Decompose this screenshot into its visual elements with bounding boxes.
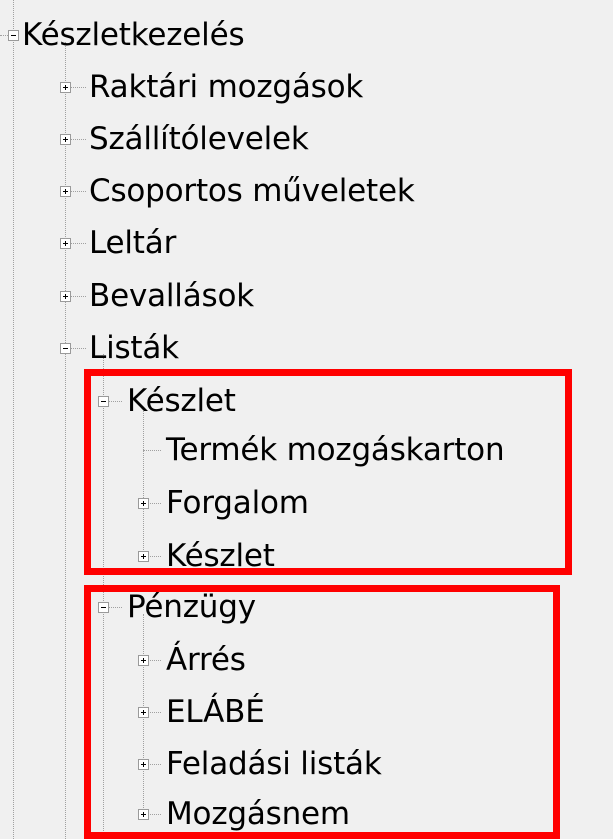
tree-node-label: Feladási listák xyxy=(166,746,382,782)
tree-line xyxy=(148,814,161,815)
tree-node-label: Szállítólevelek xyxy=(89,121,309,157)
expand-icon[interactable] xyxy=(60,291,71,302)
tree-line xyxy=(148,764,161,765)
expand-icon[interactable] xyxy=(138,759,149,770)
tree-node-label: Készletkezelés xyxy=(22,17,245,53)
tree-line xyxy=(70,348,86,349)
expand-icon[interactable] xyxy=(138,809,149,820)
expand-icon[interactable] xyxy=(138,707,149,718)
tree-node-label: Árrés xyxy=(166,642,246,678)
tree-node-label: Készlet xyxy=(127,383,236,419)
tree-line xyxy=(13,0,14,839)
expand-icon[interactable] xyxy=(138,551,149,562)
tree-line xyxy=(0,35,8,36)
tree-node-label: Mozgásnem xyxy=(166,796,350,832)
tree-node-label: ELÁBÉ xyxy=(166,694,265,730)
tree-line xyxy=(148,556,161,557)
expand-icon[interactable] xyxy=(60,238,71,249)
tree-node-label: Termék mozgáskarton xyxy=(166,432,505,468)
tree-line xyxy=(70,191,86,192)
tree-line xyxy=(148,712,161,713)
tree-line xyxy=(70,139,86,140)
tree-line xyxy=(148,660,161,661)
collapse-icon[interactable] xyxy=(98,602,109,613)
expand-icon[interactable] xyxy=(138,655,149,666)
tree-line xyxy=(65,42,66,839)
collapse-icon[interactable] xyxy=(60,343,71,354)
tree-node-label: Forgalom xyxy=(166,485,309,521)
expand-icon[interactable] xyxy=(60,186,71,197)
tree-node-label: Készlet xyxy=(166,538,275,574)
tree-view: Készletkezelés Raktári mozgások Szállító… xyxy=(0,0,613,839)
tree-node-label: Listák xyxy=(89,330,179,366)
tree-node-label: Csoportos műveletek xyxy=(89,173,415,209)
tree-line xyxy=(108,607,122,608)
collapse-icon[interactable] xyxy=(98,396,109,407)
tree-node-label: Leltár xyxy=(89,225,177,261)
tree-node-label: Raktári mozgások xyxy=(89,69,364,105)
tree-line xyxy=(143,408,144,556)
expand-icon[interactable] xyxy=(138,498,149,509)
tree-line xyxy=(70,87,86,88)
tree-line xyxy=(70,243,86,244)
tree-line xyxy=(70,296,86,297)
tree-line xyxy=(108,401,122,402)
tree-node-label: Pénzügy xyxy=(127,589,256,625)
expand-icon[interactable] xyxy=(60,134,71,145)
collapse-icon[interactable] xyxy=(8,30,19,41)
tree-line xyxy=(143,450,161,451)
tree-line xyxy=(103,354,104,839)
expand-icon[interactable] xyxy=(60,82,71,93)
tree-line xyxy=(148,503,161,504)
tree-node-label: Bevallások xyxy=(89,278,254,314)
